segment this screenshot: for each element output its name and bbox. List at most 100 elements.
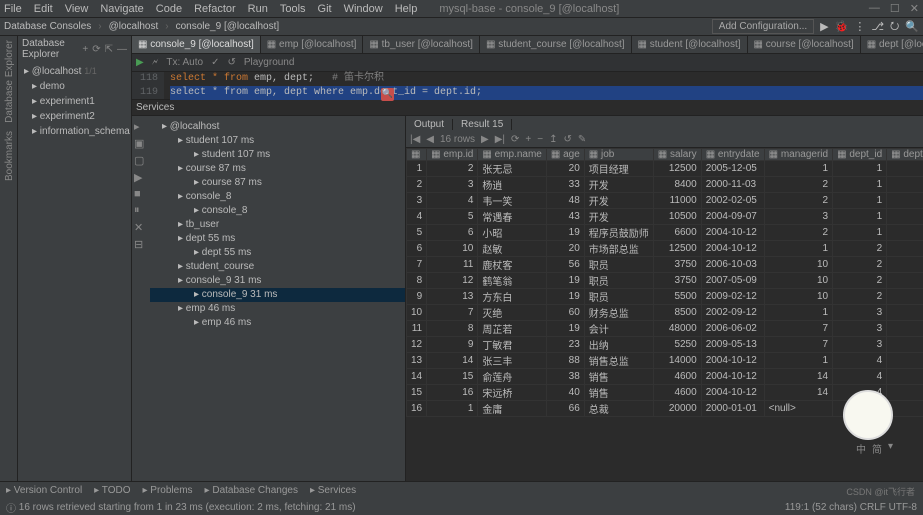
- menu-edit[interactable]: Edit: [34, 3, 53, 15]
- menu-git[interactable]: Git: [318, 3, 332, 15]
- playground-label[interactable]: Playground: [244, 57, 295, 68]
- database-tree[interactable]: ▸ @localhost 1/1▸ demo▸ experiment1▸ exp…: [18, 62, 131, 481]
- table-row[interactable]: 129丁敏君23出纳52502009-05-13733财务部: [407, 337, 923, 353]
- service-node[interactable]: ▸ student 107 ms: [150, 134, 405, 148]
- breadcrumb[interactable]: Database Consoles›@localhost›console_9 […: [4, 21, 279, 32]
- update-icon[interactable]: ⭮: [890, 17, 899, 36]
- col-header[interactable]: ▦: [407, 149, 427, 161]
- commit-icon[interactable]: ↥: [549, 134, 557, 145]
- service-node[interactable]: ▸ console_9 31 ms: [150, 274, 405, 288]
- tool-window-database-changes[interactable]: ▸ Database Changes: [205, 485, 298, 496]
- table-row[interactable]: 1314张三丰88销售总监140002004-10-12144销售部: [407, 353, 923, 369]
- editor-tab[interactable]: ▦ student_course [@localhost]: [480, 36, 632, 53]
- service-node[interactable]: ▸ @localhost: [150, 120, 405, 134]
- prev-page-icon[interactable]: ◀: [426, 134, 434, 145]
- table-row[interactable]: 118周芷若19会计480002006-06-02733财务部: [407, 321, 923, 337]
- caret-pos[interactable]: 119:1 (52 chars): [785, 502, 857, 513]
- refresh-icon[interactable]: ⟳: [92, 44, 100, 55]
- menu-code[interactable]: Code: [156, 3, 182, 15]
- tool-window-services[interactable]: ▸ Services: [310, 485, 356, 496]
- reload-icon[interactable]: ⟳: [511, 134, 519, 145]
- tool-window-bar[interactable]: ▸ Version Control ▸ TODO ▸ Problems ▸ Datab…: [0, 481, 923, 499]
- git-icon[interactable]: ⎇: [871, 20, 884, 33]
- service-node[interactable]: ▸ emp 46 ms: [150, 302, 405, 316]
- close-icon[interactable]: ✕: [910, 2, 919, 15]
- table-row[interactable]: 1415俞莲舟38销售46002004-10-121444销售部: [407, 369, 923, 385]
- tool-window-version-control[interactable]: ▸ Version Control: [6, 485, 82, 496]
- line-sep[interactable]: CRLF: [860, 502, 886, 513]
- output-tab[interactable]: Output: [406, 119, 453, 130]
- col-header[interactable]: ▦ emp.id: [427, 149, 478, 161]
- tree-node[interactable]: ▸ information_schema: [18, 124, 131, 139]
- table-row[interactable]: 1516宋远桥40销售46002004-10-121444销售部: [407, 385, 923, 401]
- table-row[interactable]: 45常遇春43开发105002004-09-07311研发部: [407, 209, 923, 225]
- table-row[interactable]: 610赵敏20市场部总监125002004-10-12122市场部: [407, 241, 923, 257]
- add-config-button[interactable]: Add Configuration...: [712, 19, 814, 34]
- service-node[interactable]: ▸ console_8: [150, 190, 405, 204]
- edit-icon[interactable]: ✎: [578, 134, 586, 145]
- more-icon[interactable]: ⋮: [854, 20, 865, 33]
- tool-window-todo[interactable]: ▸ TODO: [94, 485, 130, 496]
- table-row[interactable]: 711鹿杖客56职员37502006-10-031022市场部: [407, 257, 923, 273]
- col-header[interactable]: ▦ job: [584, 149, 653, 161]
- search-badge-icon[interactable]: 🔍: [381, 88, 394, 101]
- first-page-icon[interactable]: |◀: [410, 134, 420, 145]
- table-row[interactable]: 56小昭19程序员鼓励师66002004-10-12211研发部: [407, 225, 923, 241]
- editor-tab[interactable]: ▦ student [@localhost]: [632, 36, 748, 53]
- result-grid[interactable]: ▦ ▦ emp.id▦ emp.name▦ age▦ job▦ salary ▦ …: [406, 148, 923, 481]
- service-node[interactable]: ▸ console_8: [150, 204, 405, 218]
- result-tab[interactable]: Result 15: [453, 119, 512, 130]
- service-node[interactable]: ▸ dept 55 ms: [150, 246, 405, 260]
- table-row[interactable]: 107灭绝60财务总监85002002-09-12133财务部: [407, 305, 923, 321]
- col-header[interactable]: ▦ emp.name: [478, 149, 546, 161]
- services-toolbar[interactable]: ▸▣▢▶■⏸✕⊟: [132, 116, 150, 481]
- tree-node[interactable]: ▸ experiment2: [18, 109, 131, 124]
- service-node[interactable]: ▸ course 87 ms: [150, 176, 405, 190]
- service-node[interactable]: ▸ dept 55 ms: [150, 232, 405, 246]
- col-header[interactable]: ▦ dept.id: [887, 149, 923, 161]
- menu-file[interactable]: File: [4, 3, 22, 15]
- collapse-icon[interactable]: ⇱: [105, 44, 113, 55]
- search-icon[interactable]: 🔍: [905, 20, 919, 33]
- table-row[interactable]: 812鹤笔翁19职员37502007-05-091022市场部: [407, 273, 923, 289]
- menu-navigate[interactable]: Navigate: [100, 3, 143, 15]
- service-node[interactable]: ▸ emp 46 ms: [150, 316, 405, 330]
- editor-tab[interactable]: ▦ tb_user [@localhost]: [363, 36, 480, 53]
- add-row-icon[interactable]: +: [525, 134, 531, 145]
- rollback-icon[interactable]: ↺: [227, 57, 235, 68]
- minimize-icon[interactable]: —: [869, 2, 880, 15]
- table-row[interactable]: 34韦一笑48开发110002002-02-05211研发部: [407, 193, 923, 209]
- table-row[interactable]: 23杨逍33开发84002000-11-03211研发部: [407, 177, 923, 193]
- tool-window-problems[interactable]: ▸ Problems: [143, 485, 193, 496]
- service-node[interactable]: ▸ student 107 ms: [150, 148, 405, 162]
- menu-window[interactable]: Window: [344, 3, 383, 15]
- services-tree[interactable]: ▸ @localhost▸ student 107 ms▸ student 10…: [150, 116, 405, 481]
- table-row[interactable]: 12张无忌20项目经理125002005-12-05111研发部: [407, 161, 923, 177]
- debug-icon[interactable]: 🐞: [835, 20, 849, 33]
- table-row[interactable]: 913方东白19职员55002009-02-121022市场部: [407, 289, 923, 305]
- tree-node[interactable]: ▸ demo: [18, 79, 131, 94]
- gutter-database[interactable]: Database Explorer: [2, 40, 15, 123]
- commit-icon[interactable]: ✓: [211, 57, 219, 68]
- main-menu[interactable]: FileEditViewNavigateCodeRefactorRunTools…: [4, 3, 417, 15]
- editor-tab-bar[interactable]: ▦ console_9 [@localhost]▦ emp [@localhos…: [132, 36, 923, 54]
- service-node[interactable]: ▸ console_9 31 ms: [150, 288, 405, 302]
- col-header[interactable]: ▦ managerid: [764, 149, 832, 161]
- execute-plan-icon[interactable]: 🗲: [152, 57, 159, 68]
- last-page-icon[interactable]: ▶|: [495, 134, 505, 145]
- editor-tab[interactable]: ▦ course [@localhost]: [748, 36, 861, 53]
- menu-run[interactable]: Run: [248, 3, 268, 15]
- remove-row-icon[interactable]: −: [537, 134, 543, 145]
- col-header[interactable]: ▦ age: [546, 149, 584, 161]
- run-icon[interactable]: ▶: [820, 20, 828, 33]
- hide-icon[interactable]: —: [117, 44, 127, 55]
- gutter-bookmarks[interactable]: Bookmarks: [2, 131, 15, 181]
- encoding[interactable]: UTF-8: [889, 502, 917, 513]
- menu-help[interactable]: Help: [395, 3, 418, 15]
- result-tab-bar[interactable]: Output Result 15: [406, 116, 923, 132]
- col-header[interactable]: ▦ salary: [653, 149, 701, 161]
- tree-node[interactable]: ▸ @localhost 1/1: [18, 64, 131, 79]
- col-header[interactable]: ▦ dept_id: [833, 149, 887, 161]
- editor-tab[interactable]: ▦ dept [@localhost]: [861, 36, 923, 53]
- sql-editor[interactable]: 118 119 select * from emp, dept; # 笛卡尔积 …: [132, 72, 923, 100]
